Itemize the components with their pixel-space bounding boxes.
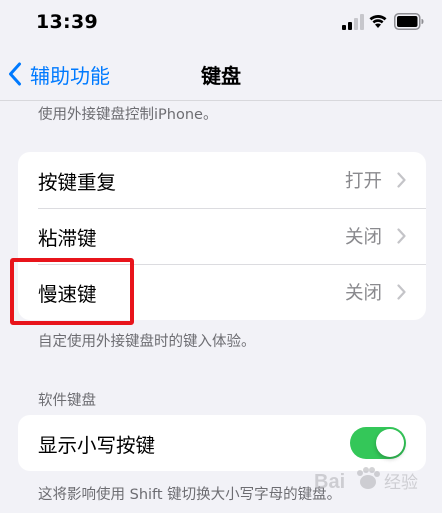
toggle-knob	[376, 429, 404, 457]
row-label: 显示小写按键	[38, 434, 156, 457]
chevron-right-icon	[397, 172, 406, 188]
wifi-icon	[369, 14, 387, 28]
row-value: 关闭	[344, 283, 382, 304]
svg-text:经验: 经验	[384, 473, 418, 493]
chevron-right-icon	[397, 284, 406, 300]
status-time: 13:39	[36, 11, 98, 33]
software-keyboard-footer: 这将影响使用 Shift 键切换大小写字母的键盘。	[38, 487, 342, 503]
status-bar: 13:39	[0, 0, 442, 48]
row-value: 关闭	[344, 227, 382, 248]
navigation-bar: 辅助功能 键盘	[0, 48, 442, 101]
hardware-keyboard-footer: 自定使用外接键盘时的键入体验。	[38, 334, 256, 350]
external-keyboard-caption: 使用外接键盘控制iPhone。	[38, 107, 218, 123]
row-label: 慢速键	[38, 283, 97, 306]
keyboard-settings-screen: 13:39 辅助功能 键盘 使用外接键盘控制iPhone。 按键重复 打开 粘滞…	[0, 0, 442, 513]
show-lowercase-toggle[interactable]	[350, 427, 406, 459]
cellular-signal-icon	[342, 14, 364, 30]
svg-text:Bai: Bai	[314, 471, 345, 493]
chevron-right-icon	[397, 228, 406, 244]
software-keyboard-header: 软件键盘	[38, 393, 96, 409]
baidu-jingyan-watermark: Bai 经验	[314, 467, 418, 493]
row-value: 打开	[344, 171, 382, 192]
row-sticky-keys[interactable]: 粘滞键 关闭	[18, 208, 426, 264]
row-label: 粘滞键	[38, 227, 97, 250]
row-label: 按键重复	[38, 171, 117, 194]
battery-icon	[394, 13, 424, 30]
row-slow-keys[interactable]: 慢速键 关闭	[18, 264, 426, 320]
hardware-keyboard-group: 按键重复 打开 粘滞键 关闭 慢速键 关闭	[18, 152, 426, 320]
page-title: 键盘	[201, 64, 241, 88]
row-key-repeat[interactable]: 按键重复 打开	[18, 152, 426, 208]
